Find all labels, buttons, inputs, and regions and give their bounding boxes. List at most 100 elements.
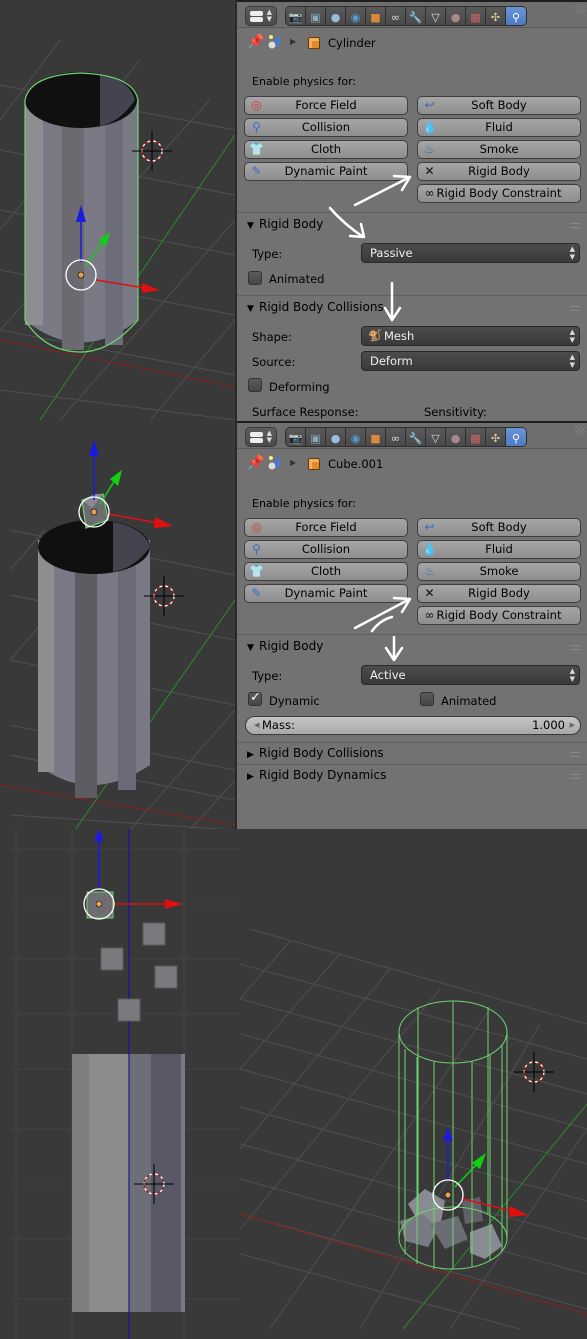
shape-label: Shape: <box>252 330 292 344</box>
pin-icon[interactable]: 📌 <box>247 34 264 50</box>
mesh-data-icon: ▽ <box>431 431 440 445</box>
panel-drag-handle[interactable] <box>570 306 580 311</box>
x-axis-line <box>0 339 235 388</box>
rigid-body-collisions-header[interactable]: ▶ Rigid Body Collisions <box>247 746 384 760</box>
mass-slider[interactable]: ◀ Mass: 1.000 ▶ <box>245 716 581 735</box>
tab-particles[interactable]: ✣ <box>486 7 506 25</box>
shape-dropdown[interactable]: 🐒 Mesh ▲ ▼ <box>361 326 580 346</box>
panel-drag-handle[interactable] <box>570 645 580 650</box>
tab-render-layers[interactable]: ▣ <box>306 428 326 446</box>
rigid-body-collisions-header[interactable]: ▼ Rigid Body Collisions <box>247 300 384 314</box>
force-field-icon: ◎ <box>251 98 262 112</box>
cylinder-mesh[interactable] <box>72 1054 185 1312</box>
collision-button[interactable]: ⚲ Collision <box>244 540 408 559</box>
rigid-body-section-header[interactable]: ▼ Rigid Body <box>247 639 323 653</box>
fluid-button[interactable]: 💧 Fluid <box>417 118 581 137</box>
panel-drag-handle[interactable] <box>570 774 580 779</box>
panel-drag-handle[interactable] <box>570 752 580 757</box>
object-cube-icon <box>308 458 320 470</box>
tab-constraints[interactable]: ∞ <box>386 428 406 446</box>
tab-material[interactable]: ● <box>446 428 466 446</box>
tab-render[interactable]: 📷 <box>286 7 306 25</box>
cloth-button[interactable]: 👕 Cloth <box>244 140 408 159</box>
tab-object[interactable]: ■ <box>366 428 386 446</box>
deforming-checkbox[interactable] <box>248 378 262 392</box>
type-label: Type: <box>252 669 283 683</box>
type-dropdown[interactable]: Active ▲ ▼ <box>361 665 580 685</box>
transform-manipulator[interactable] <box>78 440 173 528</box>
tab-scene[interactable]: ● <box>326 7 346 25</box>
rigid-body-dynamics-header[interactable]: ▶ Rigid Body Dynamics <box>247 768 386 782</box>
decrement-arrow-icon[interactable]: ◀ <box>254 717 259 734</box>
cylinder-mesh[interactable] <box>38 520 150 798</box>
dropdown-updown-icon: ▲ ▼ <box>569 353 575 369</box>
close-x-icon: ✕ <box>424 586 435 600</box>
viewport-cylinder[interactable] <box>0 0 235 420</box>
animated-checkbox[interactable] <box>248 271 262 285</box>
dropdown-updown-icon: ▲ ▼ <box>569 328 575 344</box>
tab-object[interactable]: ■ <box>366 7 386 25</box>
tab-physics[interactable]: ⚲ <box>506 7 526 25</box>
dynamic-paint-icon: ✎ <box>251 586 262 600</box>
object-cube-icon: ■ <box>370 431 381 445</box>
fluid-icon: 💧 <box>422 542 437 556</box>
falling-cubes[interactable] <box>100 922 178 1022</box>
tab-texture[interactable]: ▦ <box>466 428 486 446</box>
rigid-body-constraint-button[interactable]: ∞ Rigid Body Constraint <box>417 606 581 625</box>
tab-particles[interactable]: ✣ <box>486 428 506 446</box>
tab-data[interactable]: ▽ <box>426 428 446 446</box>
fluid-button[interactable]: 💧 Fluid <box>417 540 581 559</box>
cloth-button[interactable]: 👕 Cloth <box>244 562 408 581</box>
tab-world[interactable]: ◉ <box>346 428 366 446</box>
force-field-button[interactable]: ◎ Force Field <box>244 96 408 115</box>
rigid-body-collisions-section: ▶ Rigid Body Collisions <box>237 742 587 764</box>
viewport-cube[interactable] <box>0 420 235 830</box>
rigid-body-button[interactable]: ✕ Rigid Body <box>417 584 581 603</box>
mesh-monkey-icon: 🐒 <box>368 329 382 342</box>
tab-modifiers[interactable]: 🔧 <box>406 7 426 25</box>
viewport-front-ortho[interactable] <box>0 829 240 1339</box>
transform-manipulator[interactable] <box>83 829 183 920</box>
rigid-body-section-header[interactable]: ▼ Rigid Body <box>247 217 323 231</box>
tab-render-layers[interactable]: ▣ <box>306 7 326 25</box>
editor-type-menu[interactable]: ▲ ▼ <box>245 427 277 447</box>
animated-checkbox[interactable] <box>420 692 434 706</box>
rigid-body-constraint-button[interactable]: ∞ Rigid Body Constraint <box>417 184 581 203</box>
soft-body-button[interactable]: ↩ Soft Body <box>417 96 581 115</box>
object-scene-icon <box>268 456 280 470</box>
dynamic-paint-button[interactable]: ✎ Dynamic Paint <box>244 584 408 603</box>
viewport-cylinder-scene <box>0 39 235 420</box>
area-resize-grip[interactable] <box>575 4 585 14</box>
dynamic-checkbox[interactable] <box>248 690 262 706</box>
source-dropdown[interactable]: Deform ▲ ▼ <box>361 351 580 371</box>
tab-data[interactable]: ▽ <box>426 7 446 25</box>
tab-texture[interactable]: ▦ <box>466 7 486 25</box>
tab-physics[interactable]: ⚲ <box>506 428 526 446</box>
type-dropdown[interactable]: Passive ▲ ▼ <box>361 243 580 263</box>
smoke-button[interactable]: ♨ Smoke <box>417 140 581 159</box>
increment-arrow-icon[interactable]: ▶ <box>570 717 575 734</box>
editor-type-menu[interactable]: ▲ ▼ <box>245 6 277 26</box>
tab-modifiers[interactable]: 🔧 <box>406 428 426 446</box>
source-label: Source: <box>252 355 296 369</box>
tab-world[interactable]: ◉ <box>346 7 366 25</box>
viewport-perspective-result[interactable] <box>240 829 587 1339</box>
smoke-button[interactable]: ♨ Smoke <box>417 562 581 581</box>
rigid-body-section: ▼Rigid Body Type: Active▲▼ Dynamic Anima… <box>237 634 587 742</box>
tab-constraints[interactable]: ∞ <box>386 7 406 25</box>
panel-drag-handle[interactable] <box>570 223 580 228</box>
tab-render[interactable]: 📷 <box>286 428 306 446</box>
pin-icon[interactable]: 📌 <box>247 455 264 471</box>
tab-scene[interactable]: ● <box>326 428 346 446</box>
collision-button[interactable]: ⚲ Collision <box>244 118 408 137</box>
dynamic-paint-button[interactable]: ✎ Dynamic Paint <box>244 162 408 181</box>
settled-cubes[interactable] <box>400 1189 502 1259</box>
object-cube-icon <box>308 37 320 49</box>
tab-material[interactable]: ● <box>446 7 466 25</box>
area-resize-grip[interactable] <box>575 425 585 435</box>
rigid-body-button[interactable]: ✕ Rigid Body <box>417 162 581 181</box>
physics-icon: ⚲ <box>511 10 521 24</box>
force-field-button[interactable]: ◎ Force Field <box>244 518 408 537</box>
soft-body-button[interactable]: ↩ Soft Body <box>417 518 581 537</box>
dynamic-label: Dynamic <box>269 694 320 708</box>
